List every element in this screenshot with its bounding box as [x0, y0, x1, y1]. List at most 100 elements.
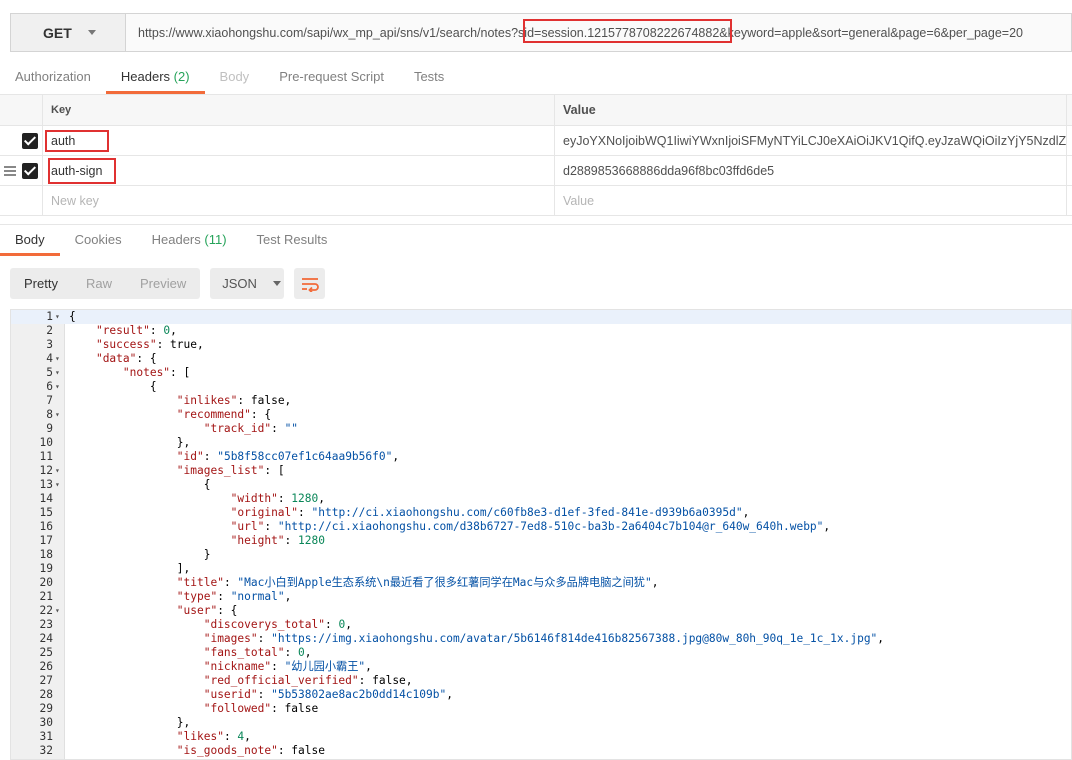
code-line: 24 "images": "https://img.xiaohongshu.co… [11, 632, 1071, 646]
drag-handle-icon[interactable] [4, 166, 16, 176]
row-enabled-checkbox[interactable] [22, 132, 38, 149]
fold-toggle-icon[interactable]: ▾ [55, 310, 63, 324]
headers-table: Key Value auth eyJoYXNoIjoibWQ1IiwiYWxnI… [0, 94, 1072, 216]
tab-authorization[interactable]: Authorization [0, 62, 106, 94]
wrap-icon [301, 277, 319, 292]
table-row: auth eyJoYXNoIjoibWQ1IiwiYWxnIjoiSFMyNTY… [0, 126, 1072, 156]
code-text: { [69, 310, 76, 323]
fold-toggle-icon[interactable]: ▾ [55, 380, 63, 394]
preview-button[interactable]: Preview [126, 268, 200, 299]
code-line: 3 "success": true, [11, 338, 1071, 352]
line-number: 20 [39, 576, 53, 589]
code-line: 25 "fans_total": 0, [11, 646, 1071, 660]
code-line: 16 "url": "http://ci.xiaohongshu.com/d38… [11, 520, 1071, 534]
code-line: 11 "id": "5b8f58cc07ef1c64aa9b56f0", [11, 450, 1071, 464]
fold-toggle-icon[interactable]: ▾ [55, 366, 63, 380]
tab-cookies[interactable]: Cookies [60, 225, 137, 256]
code-text: "result": 0, [95, 324, 177, 337]
tab-test-results[interactable]: Test Results [242, 225, 343, 256]
code-line: 21 "type": "normal", [11, 590, 1071, 604]
header-key-cell[interactable]: auth [42, 126, 554, 155]
code-line: 4 ▾ "data": { [11, 352, 1071, 366]
line-number: 10 [39, 436, 53, 449]
format-dropdown[interactable]: JSON [210, 268, 285, 299]
auth-highlight-box [45, 130, 109, 152]
tab-pre-request-script[interactable]: Pre-request Script [264, 62, 399, 94]
request-tabs: Authorization Headers (2) Body Pre-reque… [0, 62, 1072, 94]
tab-body[interactable]: Body [205, 62, 265, 94]
code-line: 32 "is_goods_note": false [11, 744, 1071, 758]
fold-toggle-icon[interactable]: ▾ [55, 464, 63, 478]
line-number: 3 [46, 338, 53, 351]
code-text: "user": { [176, 604, 238, 617]
chevron-down-icon [87, 30, 96, 35]
line-number: 32 [39, 744, 53, 757]
header-key-cell[interactable]: auth-sign [42, 156, 554, 185]
method-label: GET [43, 24, 72, 41]
line-number: 28 [39, 688, 53, 701]
response-tabs: Body Cookies Headers (11) Test Results [0, 224, 1072, 256]
value-column-header: Value [554, 95, 1066, 125]
line-number: 29 [39, 702, 53, 715]
code-text: "title": "Mac小白到Apple生态系统\n最近看了很多红薯同学在Ma… [176, 576, 659, 589]
new-value-input[interactable]: Value [554, 186, 1066, 215]
line-number: 12 [39, 464, 53, 477]
pretty-button[interactable]: Pretty [10, 268, 72, 299]
code-text: "url": "http://ci.xiaohongshu.com/d38b67… [230, 520, 831, 533]
code-line: 20 "title": "Mac小白到Apple生态系统\n最近看了很多红薯同学… [11, 576, 1071, 590]
line-number: 25 [39, 646, 53, 659]
code-line: 15 "original": "http://ci.xiaohongshu.co… [11, 506, 1071, 520]
key-column-header: Key [42, 95, 554, 125]
row-enabled-checkbox[interactable] [22, 162, 38, 179]
code-lines: 1 ▾{2 "result": 0, 3 "success": true, 4 ▾ "d… [11, 310, 1071, 758]
line-number: 16 [39, 520, 53, 533]
code-text: ], [69, 562, 191, 575]
fold-toggle-icon[interactable]: ▾ [55, 604, 63, 618]
code-text: "likes": 4, [176, 730, 251, 743]
tab-tests[interactable]: Tests [399, 62, 459, 94]
wrap-lines-button[interactable] [294, 268, 326, 299]
fold-toggle-icon[interactable]: ▾ [55, 478, 63, 492]
code-line: 14 "width": 1280, [11, 492, 1071, 506]
code-text: "data": { [95, 352, 157, 365]
line-number: 21 [39, 590, 53, 603]
fold-toggle-icon[interactable]: ▾ [55, 352, 63, 366]
line-number: 2 [46, 324, 53, 337]
line-number: 18 [39, 548, 53, 561]
line-number: 31 [39, 730, 53, 743]
raw-button[interactable]: Raw [72, 268, 126, 299]
line-number: 8 [46, 408, 53, 421]
table-row: auth-sign d2889853668886dda96f8bc03ffd6d… [0, 156, 1072, 186]
url-input[interactable]: https://www.xiaohongshu.com/sapi/wx_mp_a… [126, 14, 1071, 51]
header-value-cell[interactable]: eyJoYXNoIjoibWQ1IiwiYWxnIjoiSFMyNTYiLCJ0… [554, 126, 1066, 155]
tab-headers[interactable]: Headers (2) [105, 62, 205, 94]
code-text: "type": "normal", [176, 590, 292, 603]
chevron-down-icon [272, 281, 281, 286]
line-number: 27 [39, 674, 53, 687]
code-line: 10 }, [11, 436, 1071, 450]
line-number: 4 [46, 352, 53, 365]
code-line: 29 "followed": false [11, 702, 1071, 716]
code-line: 23 "discoverys_total": 0, [11, 618, 1071, 632]
code-line: 5 ▾ "notes": [ [11, 366, 1071, 380]
code-line: 6 ▾ { [11, 380, 1071, 394]
line-number: 22 [39, 604, 53, 617]
header-value-cell[interactable]: d2889853668886dda96f8bc03ffd6de5 [554, 156, 1066, 185]
response-headers-count-badge: (11) [204, 232, 227, 247]
code-text: "height": 1280 [230, 534, 325, 547]
tab-response-headers[interactable]: Headers (11) [137, 225, 242, 256]
code-line: 30 }, [11, 716, 1071, 730]
tab-response-body[interactable]: Body [0, 225, 60, 256]
view-mode-group: Pretty Raw Preview [10, 268, 201, 299]
code-line: 9 "track_id": "" [11, 422, 1071, 436]
fold-toggle-icon[interactable]: ▾ [55, 408, 63, 422]
method-dropdown[interactable]: GET [11, 14, 126, 51]
code-text: { [69, 380, 157, 393]
code-text: "images_list": [ [176, 464, 285, 477]
response-body-editor[interactable]: 1 ▾{2 "result": 0, 3 "success": true, 4 ▾ "d… [10, 309, 1072, 760]
code-line: 7 "inlikes": false, [11, 394, 1071, 408]
line-number: 15 [39, 506, 53, 519]
line-number: 19 [39, 562, 53, 575]
code-text: } [69, 548, 211, 561]
new-key-input[interactable]: New key [42, 186, 554, 215]
